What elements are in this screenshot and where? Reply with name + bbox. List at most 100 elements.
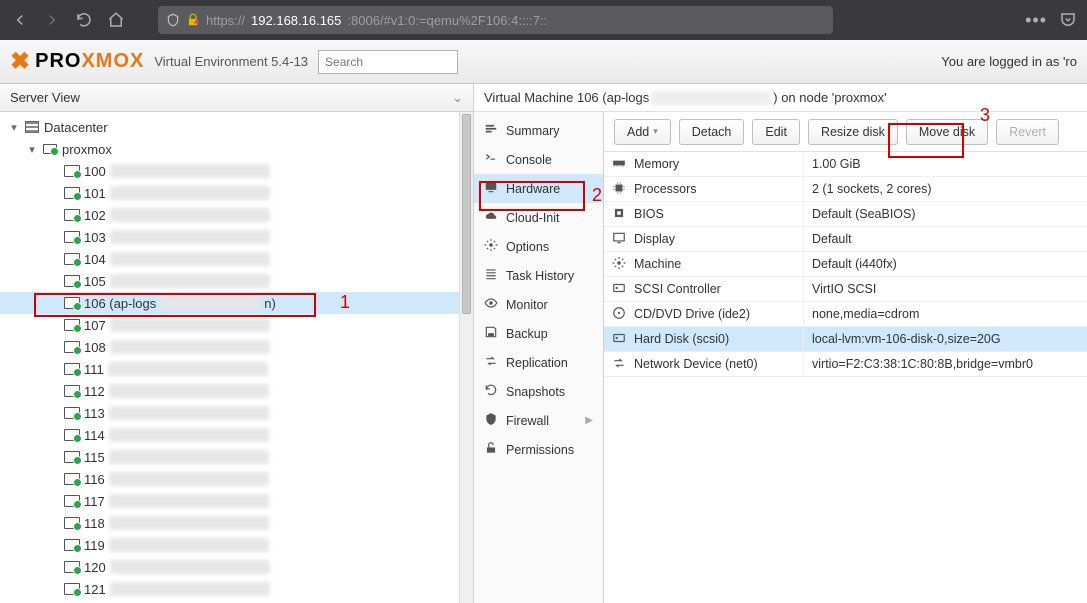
back-button[interactable] xyxy=(10,10,30,30)
tree-vm-105[interactable]: 105 xyxy=(0,270,459,292)
hw-row-bios[interactable]: BIOSDefault (SeaBIOS) xyxy=(604,202,1087,227)
hw-row-memory[interactable]: Memory1.00 GiB xyxy=(604,152,1087,177)
url-text-host: 192.168.16.165 xyxy=(251,13,341,28)
tree-vm-103[interactable]: 103 xyxy=(0,226,459,248)
redacted-text xyxy=(110,230,270,244)
annotation-label-3: 3 xyxy=(980,105,990,126)
tree-datacenter[interactable]: ▾Datacenter xyxy=(0,116,459,138)
redacted-text xyxy=(108,362,268,376)
redacted-text xyxy=(109,472,269,486)
tree-vm-115[interactable]: 115 xyxy=(0,446,459,468)
add-button[interactable]: Add▾ xyxy=(614,119,671,145)
list-icon xyxy=(484,267,498,284)
redacted-text xyxy=(651,91,771,105)
tree-vm-102[interactable]: 102 xyxy=(0,204,459,226)
tree-vm-104[interactable]: 104 xyxy=(0,248,459,270)
nav-replication[interactable]: Replication xyxy=(474,348,603,377)
resource-tree[interactable]: ▾Datacenter▾proxmox100101102103104105106… xyxy=(0,112,459,603)
pocket-icon[interactable] xyxy=(1059,11,1077,29)
hdd-icon xyxy=(612,331,626,348)
hw-row-machine[interactable]: MachineDefault (i440fx) xyxy=(604,252,1087,277)
annotation-label-2: 2 xyxy=(592,185,602,206)
edit-button[interactable]: Edit xyxy=(752,119,800,145)
server-view-dropdown[interactable]: Server View ⌄ xyxy=(0,84,473,112)
annotation-box-1 xyxy=(34,293,316,317)
gear-icon xyxy=(484,238,498,255)
redacted-text xyxy=(109,384,269,398)
tree-vm-120[interactable]: 120 xyxy=(0,556,459,578)
tree-vm-117[interactable]: 117 xyxy=(0,490,459,512)
tree-vm-100[interactable]: 100 xyxy=(0,160,459,182)
hw-row-cd-dvd-drive-ide2-[interactable]: CD/DVD Drive (ide2)none,media=cdrom xyxy=(604,302,1087,327)
tree-vm-108[interactable]: 108 xyxy=(0,336,459,358)
env-label: Virtual Environment 5.4-13 xyxy=(154,54,308,69)
redacted-text xyxy=(110,274,270,288)
redacted-text xyxy=(110,340,270,354)
tree-scrollbar[interactable] xyxy=(459,112,473,603)
hardware-toolbar: Add▾ Detach Edit Resize disk Move disk R… xyxy=(604,112,1087,152)
redacted-text xyxy=(109,516,269,530)
redacted-text xyxy=(109,406,269,420)
nav-task-history[interactable]: Task History xyxy=(474,261,603,290)
search-input[interactable] xyxy=(318,50,458,74)
logo-x-icon: ✖ xyxy=(10,47,31,76)
annotation-box-2 xyxy=(479,181,585,211)
tree-node-proxmox[interactable]: ▾proxmox xyxy=(0,138,459,160)
tree-vm-107[interactable]: 107 xyxy=(0,314,459,336)
hw-row-scsi-controller[interactable]: SCSI ControllerVirtIO SCSI xyxy=(604,277,1087,302)
tree-vm-101[interactable]: 101 xyxy=(0,182,459,204)
annotation-label-1: 1 xyxy=(340,292,350,313)
redacted-text xyxy=(110,164,270,178)
login-status: You are logged in as 'ro xyxy=(941,54,1077,69)
url-text-prefix: https:// xyxy=(206,13,245,28)
app-header: ✖ PROXMOX Virtual Environment 5.4-13 You… xyxy=(0,40,1087,84)
redacted-text xyxy=(109,450,269,464)
redacted-text xyxy=(110,208,270,222)
hw-row-hard-disk-scsi0-[interactable]: Hard Disk (scsi0)local-lvm:vm-106-disk-0… xyxy=(604,327,1087,352)
tree-vm-119[interactable]: 119 xyxy=(0,534,459,556)
scroll-thumb[interactable] xyxy=(462,114,471,314)
hdd-icon xyxy=(612,281,626,298)
history-icon xyxy=(484,383,498,400)
redacted-text xyxy=(110,560,270,574)
hw-row-network-device-net0-[interactable]: Network Device (net0)virtio=F2:C3:38:1C:… xyxy=(604,352,1087,377)
tree-vm-116[interactable]: 116 xyxy=(0,468,459,490)
nav-monitor[interactable]: Monitor xyxy=(474,290,603,319)
redacted-text xyxy=(110,186,270,200)
save-icon xyxy=(484,325,498,342)
detach-button[interactable]: Detach xyxy=(679,119,745,145)
tree-vm-111[interactable]: 111 xyxy=(0,358,459,380)
nav-summary[interactable]: Summary xyxy=(474,116,603,145)
home-button[interactable] xyxy=(106,10,126,30)
hardware-table[interactable]: Memory1.00 GiBProcessors2 (1 sockets, 2 … xyxy=(604,152,1087,603)
summary-icon xyxy=(484,122,498,139)
nav-options[interactable]: Options xyxy=(474,232,603,261)
annotation-box-3 xyxy=(888,123,964,158)
url-bar[interactable]: https://192.168.16.165:8006/#v1:0:=qemu%… xyxy=(158,6,833,34)
nav-snapshots[interactable]: Snapshots xyxy=(474,377,603,406)
tree-vm-118[interactable]: 118 xyxy=(0,512,459,534)
resize-disk-button[interactable]: Resize disk xyxy=(808,119,898,145)
nav-permissions[interactable]: Permissions xyxy=(474,435,603,464)
revert-button: Revert xyxy=(996,119,1059,145)
tree-vm-113[interactable]: 113 xyxy=(0,402,459,424)
lock-warning-icon xyxy=(186,13,200,27)
reload-button[interactable] xyxy=(74,10,94,30)
tree-vm-114[interactable]: 114 xyxy=(0,424,459,446)
tree-vm-112[interactable]: 112 xyxy=(0,380,459,402)
forward-button[interactable] xyxy=(42,10,62,30)
nav-console[interactable]: Console xyxy=(474,145,603,174)
monitor-icon xyxy=(612,231,626,248)
eye-icon xyxy=(484,296,498,313)
shield-icon xyxy=(484,412,498,429)
hw-row-display[interactable]: DisplayDefault xyxy=(604,227,1087,252)
browser-menu-icon[interactable]: ••• xyxy=(1025,10,1047,31)
hw-row-processors[interactable]: Processors2 (1 sockets, 2 cores) xyxy=(604,177,1087,202)
nav-firewall[interactable]: Firewall▶ xyxy=(474,406,603,435)
redacted-text xyxy=(110,318,270,332)
nav-backup[interactable]: Backup xyxy=(474,319,603,348)
redacted-text xyxy=(109,494,269,508)
tree-vm-121[interactable]: 121 xyxy=(0,578,459,600)
cloud-icon xyxy=(484,209,498,226)
redacted-text xyxy=(109,428,269,442)
